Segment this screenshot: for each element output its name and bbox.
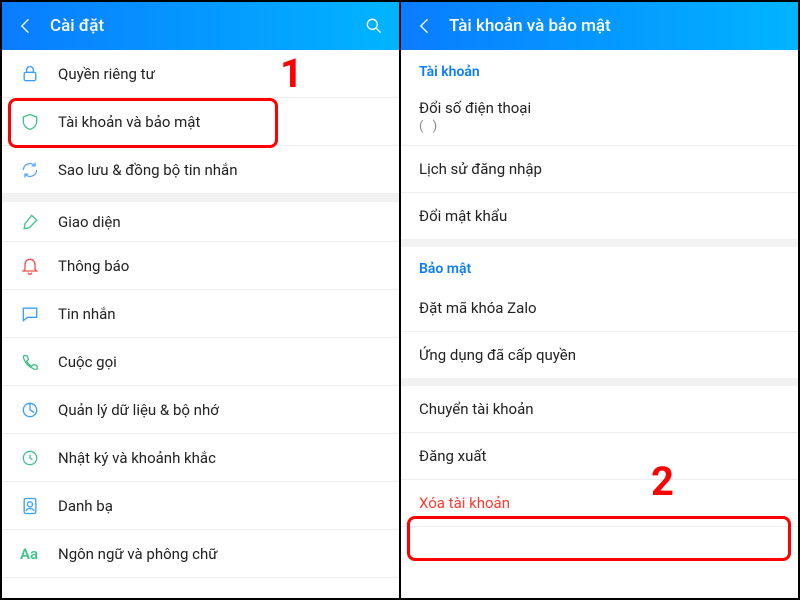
- header-title: Tài khoản và bảo mật: [449, 16, 784, 36]
- row-appearance[interactable]: Giao diện: [2, 194, 399, 242]
- row-label: Quyền riêng tư: [58, 65, 155, 83]
- header: Tài khoản và bảo mật: [401, 2, 798, 50]
- row-label: Đăng xuất: [419, 447, 780, 465]
- row-label: Đặt mã khóa Zalo: [419, 299, 780, 317]
- row-notifications[interactable]: Thông báo: [2, 242, 399, 290]
- section-account-title: Tài khoản: [401, 50, 798, 88]
- brush-icon: [20, 212, 48, 232]
- row-label: Tin nhắn: [58, 305, 116, 323]
- row-delete-account[interactable]: Xóa tài khoản: [401, 480, 798, 527]
- row-label: Quản lý dữ liệu & bộ nhớ: [58, 401, 219, 419]
- account-security-list: Tài khoản Đổi số điện thoại ( ) Lịch sử …: [401, 50, 798, 598]
- bell-icon: [20, 256, 48, 276]
- row-backup-sync[interactable]: Sao lưu & đồng bộ tin nhắn: [2, 146, 399, 194]
- row-label: Đổi mật khẩu: [419, 207, 780, 225]
- row-change-password[interactable]: Đổi mật khẩu: [401, 193, 798, 247]
- row-account-security[interactable]: Tài khoản và bảo mật: [2, 98, 399, 146]
- account-security-panel: Tài khoản và bảo mật Tài khoản Đổi số đi…: [401, 2, 798, 598]
- row-login-history[interactable]: Lịch sử đăng nhập: [401, 146, 798, 193]
- header-title: Cài đặt: [50, 16, 363, 36]
- row-label: Sao lưu & đồng bộ tin nhắn: [58, 161, 238, 179]
- data-icon: [20, 400, 48, 420]
- lock-icon: [20, 64, 48, 84]
- header: Cài đặt: [2, 2, 399, 50]
- row-switch-account[interactable]: Chuyển tài khoản: [401, 386, 798, 433]
- row-sub: ( ): [419, 119, 780, 134]
- clock-icon: [20, 448, 48, 468]
- row-set-passcode[interactable]: Đặt mã khóa Zalo: [401, 285, 798, 332]
- row-timeline[interactable]: Nhật ký và khoảnh khắc: [2, 434, 399, 482]
- back-icon[interactable]: [415, 16, 435, 36]
- row-label: Lịch sử đăng nhập: [419, 160, 780, 178]
- back-icon[interactable]: [16, 16, 36, 36]
- row-contacts[interactable]: Danh bạ: [2, 482, 399, 530]
- row-label: Giao diện: [58, 213, 121, 231]
- row-label: Tài khoản và bảo mật: [58, 113, 200, 131]
- row-data-storage[interactable]: Quản lý dữ liệu & bộ nhớ: [2, 386, 399, 434]
- message-icon: [20, 304, 48, 324]
- row-label: Cuộc gọi: [58, 353, 117, 371]
- settings-panel: Cài đặt Quyền riêng tư Tài khoản và bảo …: [2, 2, 401, 598]
- font-icon: Aa: [20, 545, 48, 563]
- settings-list: Quyền riêng tư Tài khoản và bảo mật Sao …: [2, 50, 399, 598]
- row-label: Nhật ký và khoảnh khắc: [58, 449, 216, 467]
- contacts-icon: [20, 496, 48, 516]
- row-label: Đổi số điện thoại: [419, 99, 780, 117]
- section-security-title: Bảo mật: [401, 247, 798, 285]
- row-privacy[interactable]: Quyền riêng tư: [2, 50, 399, 98]
- row-label: Danh bạ: [58, 497, 113, 515]
- row-label: Ngôn ngữ và phông chữ: [58, 545, 218, 563]
- sync-icon: [20, 160, 48, 180]
- search-icon[interactable]: [363, 15, 385, 37]
- row-label: Xóa tài khoản: [419, 494, 780, 512]
- row-calls[interactable]: Cuộc gọi: [2, 338, 399, 386]
- row-label: Ứng dụng đã cấp quyền: [419, 346, 780, 364]
- row-language-font[interactable]: Aa Ngôn ngữ và phông chữ: [2, 530, 399, 578]
- row-label: Chuyển tài khoản: [419, 400, 780, 418]
- phone-icon: [20, 352, 48, 372]
- row-label: Thông báo: [58, 257, 129, 275]
- row-authorized-apps[interactable]: Ứng dụng đã cấp quyền: [401, 332, 798, 386]
- row-change-phone[interactable]: Đổi số điện thoại ( ): [401, 88, 798, 146]
- row-messages[interactable]: Tin nhắn: [2, 290, 399, 338]
- shield-icon: [20, 112, 48, 132]
- row-logout[interactable]: Đăng xuất: [401, 433, 798, 480]
